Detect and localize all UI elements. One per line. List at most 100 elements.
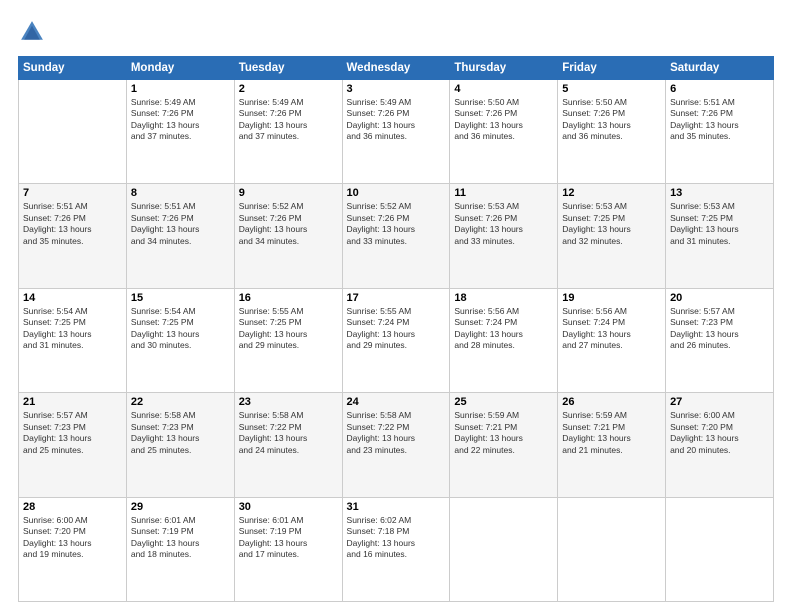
day-info: Sunrise: 5:59 AM Sunset: 7:21 PM Dayligh… xyxy=(562,410,661,456)
logo-icon xyxy=(18,18,46,46)
day-info: Sunrise: 5:51 AM Sunset: 7:26 PM Dayligh… xyxy=(131,201,230,247)
header xyxy=(18,18,774,46)
calendar-cell: 26 Sunrise: 5:59 AM Sunset: 7:21 PM Dayli… xyxy=(558,393,666,497)
calendar-cell: 31 Sunrise: 6:02 AM Sunset: 7:18 PM Dayli… xyxy=(342,497,450,601)
calendar-cell: 11 Sunrise: 5:53 AM Sunset: 7:26 PM Dayli… xyxy=(450,184,558,288)
day-info: Sunrise: 5:50 AM Sunset: 7:26 PM Dayligh… xyxy=(454,97,553,143)
weekday-header-saturday: Saturday xyxy=(666,57,774,80)
calendar-cell: 19 Sunrise: 5:56 AM Sunset: 7:24 PM Dayli… xyxy=(558,288,666,392)
week-row-2: 7 Sunrise: 5:51 AM Sunset: 7:26 PM Daylig… xyxy=(19,184,774,288)
day-info: Sunrise: 5:52 AM Sunset: 7:26 PM Dayligh… xyxy=(239,201,338,247)
day-number: 19 xyxy=(562,292,661,304)
day-number: 20 xyxy=(670,292,769,304)
day-number: 7 xyxy=(23,187,122,199)
weekday-header-sunday: Sunday xyxy=(19,57,127,80)
day-info: Sunrise: 6:00 AM Sunset: 7:20 PM Dayligh… xyxy=(670,410,769,456)
calendar-cell xyxy=(19,80,127,184)
day-number: 27 xyxy=(670,396,769,408)
day-number: 29 xyxy=(131,501,230,513)
week-row-3: 14 Sunrise: 5:54 AM Sunset: 7:25 PM Dayli… xyxy=(19,288,774,392)
day-info: Sunrise: 5:53 AM Sunset: 7:25 PM Dayligh… xyxy=(562,201,661,247)
day-number: 26 xyxy=(562,396,661,408)
day-info: Sunrise: 5:56 AM Sunset: 7:24 PM Dayligh… xyxy=(562,306,661,352)
day-number: 10 xyxy=(347,187,446,199)
calendar-cell: 25 Sunrise: 5:59 AM Sunset: 7:21 PM Dayli… xyxy=(450,393,558,497)
day-number: 1 xyxy=(131,83,230,95)
day-info: Sunrise: 6:00 AM Sunset: 7:20 PM Dayligh… xyxy=(23,515,122,561)
calendar-cell: 1 Sunrise: 5:49 AM Sunset: 7:26 PM Daylig… xyxy=(126,80,234,184)
day-info: Sunrise: 6:02 AM Sunset: 7:18 PM Dayligh… xyxy=(347,515,446,561)
day-number: 25 xyxy=(454,396,553,408)
day-number: 16 xyxy=(239,292,338,304)
day-number: 9 xyxy=(239,187,338,199)
calendar-cell: 7 Sunrise: 5:51 AM Sunset: 7:26 PM Daylig… xyxy=(19,184,127,288)
weekday-header-wednesday: Wednesday xyxy=(342,57,450,80)
day-number: 6 xyxy=(670,83,769,95)
day-info: Sunrise: 5:54 AM Sunset: 7:25 PM Dayligh… xyxy=(131,306,230,352)
day-number: 21 xyxy=(23,396,122,408)
calendar-cell: 28Sunrise: 6:00 AM Sunset: 7:20 PM Dayli… xyxy=(19,497,127,601)
day-number: 18 xyxy=(454,292,553,304)
day-info: Sunrise: 5:50 AM Sunset: 7:26 PM Dayligh… xyxy=(562,97,661,143)
day-info: Sunrise: 5:58 AM Sunset: 7:23 PM Dayligh… xyxy=(131,410,230,456)
week-row-1: 1 Sunrise: 5:49 AM Sunset: 7:26 PM Daylig… xyxy=(19,80,774,184)
weekday-header-row: SundayMondayTuesdayWednesdayThursdayFrid… xyxy=(19,57,774,80)
day-number: 5 xyxy=(562,83,661,95)
day-number: 22 xyxy=(131,396,230,408)
day-number: 14 xyxy=(23,292,122,304)
calendar-cell: 13 Sunrise: 5:53 AM Sunset: 7:25 PM Dayli… xyxy=(666,184,774,288)
calendar-cell: 6 Sunrise: 5:51 AM Sunset: 7:26 PM Daylig… xyxy=(666,80,774,184)
calendar-cell xyxy=(558,497,666,601)
calendar-cell: 27 Sunrise: 6:00 AM Sunset: 7:20 PM Dayli… xyxy=(666,393,774,497)
calendar-cell: 4Sunrise: 5:50 AM Sunset: 7:26 PM Daylig… xyxy=(450,80,558,184)
day-info: Sunrise: 5:57 AM Sunset: 7:23 PM Dayligh… xyxy=(23,410,122,456)
calendar-cell: 14 Sunrise: 5:54 AM Sunset: 7:25 PM Dayli… xyxy=(19,288,127,392)
logo xyxy=(18,18,50,46)
day-info: Sunrise: 5:54 AM Sunset: 7:25 PM Dayligh… xyxy=(23,306,122,352)
day-number: 12 xyxy=(562,187,661,199)
calendar-cell: 15 Sunrise: 5:54 AM Sunset: 7:25 PM Dayli… xyxy=(126,288,234,392)
day-number: 11 xyxy=(454,187,553,199)
week-row-4: 21 Sunrise: 5:57 AM Sunset: 7:23 PM Dayli… xyxy=(19,393,774,497)
calendar-cell xyxy=(450,497,558,601)
day-info: Sunrise: 5:51 AM Sunset: 7:26 PM Dayligh… xyxy=(23,201,122,247)
day-info: Sunrise: 5:51 AM Sunset: 7:26 PM Dayligh… xyxy=(670,97,769,143)
day-info: Sunrise: 5:49 AM Sunset: 7:26 PM Dayligh… xyxy=(347,97,446,143)
calendar-cell: 18Sunrise: 5:56 AM Sunset: 7:24 PM Dayli… xyxy=(450,288,558,392)
day-info: Sunrise: 5:59 AM Sunset: 7:21 PM Dayligh… xyxy=(454,410,553,456)
day-info: Sunrise: 5:58 AM Sunset: 7:22 PM Dayligh… xyxy=(347,410,446,456)
calendar-cell: 29Sunrise: 6:01 AM Sunset: 7:19 PM Dayli… xyxy=(126,497,234,601)
calendar-cell: 9 Sunrise: 5:52 AM Sunset: 7:26 PM Daylig… xyxy=(234,184,342,288)
day-info: Sunrise: 5:49 AM Sunset: 7:26 PM Dayligh… xyxy=(131,97,230,143)
day-info: Sunrise: 5:53 AM Sunset: 7:26 PM Dayligh… xyxy=(454,201,553,247)
day-number: 24 xyxy=(347,396,446,408)
calendar-cell: 17 Sunrise: 5:55 AM Sunset: 7:24 PM Dayli… xyxy=(342,288,450,392)
weekday-header-thursday: Thursday xyxy=(450,57,558,80)
day-number: 23 xyxy=(239,396,338,408)
day-info: Sunrise: 5:55 AM Sunset: 7:24 PM Dayligh… xyxy=(347,306,446,352)
day-info: Sunrise: 5:53 AM Sunset: 7:25 PM Dayligh… xyxy=(670,201,769,247)
weekday-header-monday: Monday xyxy=(126,57,234,80)
day-number: 15 xyxy=(131,292,230,304)
calendar-cell: 5 Sunrise: 5:50 AM Sunset: 7:26 PM Daylig… xyxy=(558,80,666,184)
calendar-cell: 3Sunrise: 5:49 AM Sunset: 7:26 PM Daylig… xyxy=(342,80,450,184)
day-number: 31 xyxy=(347,501,446,513)
day-info: Sunrise: 5:57 AM Sunset: 7:23 PM Dayligh… xyxy=(670,306,769,352)
day-number: 2 xyxy=(239,83,338,95)
calendar-cell: 12 Sunrise: 5:53 AM Sunset: 7:25 PM Dayli… xyxy=(558,184,666,288)
day-info: Sunrise: 5:58 AM Sunset: 7:22 PM Dayligh… xyxy=(239,410,338,456)
calendar-cell: 23 Sunrise: 5:58 AM Sunset: 7:22 PM Dayli… xyxy=(234,393,342,497)
calendar-cell: 22 Sunrise: 5:58 AM Sunset: 7:23 PM Dayli… xyxy=(126,393,234,497)
weekday-header-friday: Friday xyxy=(558,57,666,80)
calendar-cell: 24 Sunrise: 5:58 AM Sunset: 7:22 PM Dayli… xyxy=(342,393,450,497)
calendar-cell: 21 Sunrise: 5:57 AM Sunset: 7:23 PM Dayli… xyxy=(19,393,127,497)
day-number: 13 xyxy=(670,187,769,199)
day-number: 17 xyxy=(347,292,446,304)
calendar-cell: 16Sunrise: 5:55 AM Sunset: 7:25 PM Dayli… xyxy=(234,288,342,392)
day-number: 8 xyxy=(131,187,230,199)
calendar-cell: 20 Sunrise: 5:57 AM Sunset: 7:23 PM Dayli… xyxy=(666,288,774,392)
day-info: Sunrise: 6:01 AM Sunset: 7:19 PM Dayligh… xyxy=(239,515,338,561)
week-row-5: 28Sunrise: 6:00 AM Sunset: 7:20 PM Dayli… xyxy=(19,497,774,601)
calendar-table: SundayMondayTuesdayWednesdayThursdayFrid… xyxy=(18,56,774,602)
calendar-cell: 30Sunrise: 6:01 AM Sunset: 7:19 PM Dayli… xyxy=(234,497,342,601)
